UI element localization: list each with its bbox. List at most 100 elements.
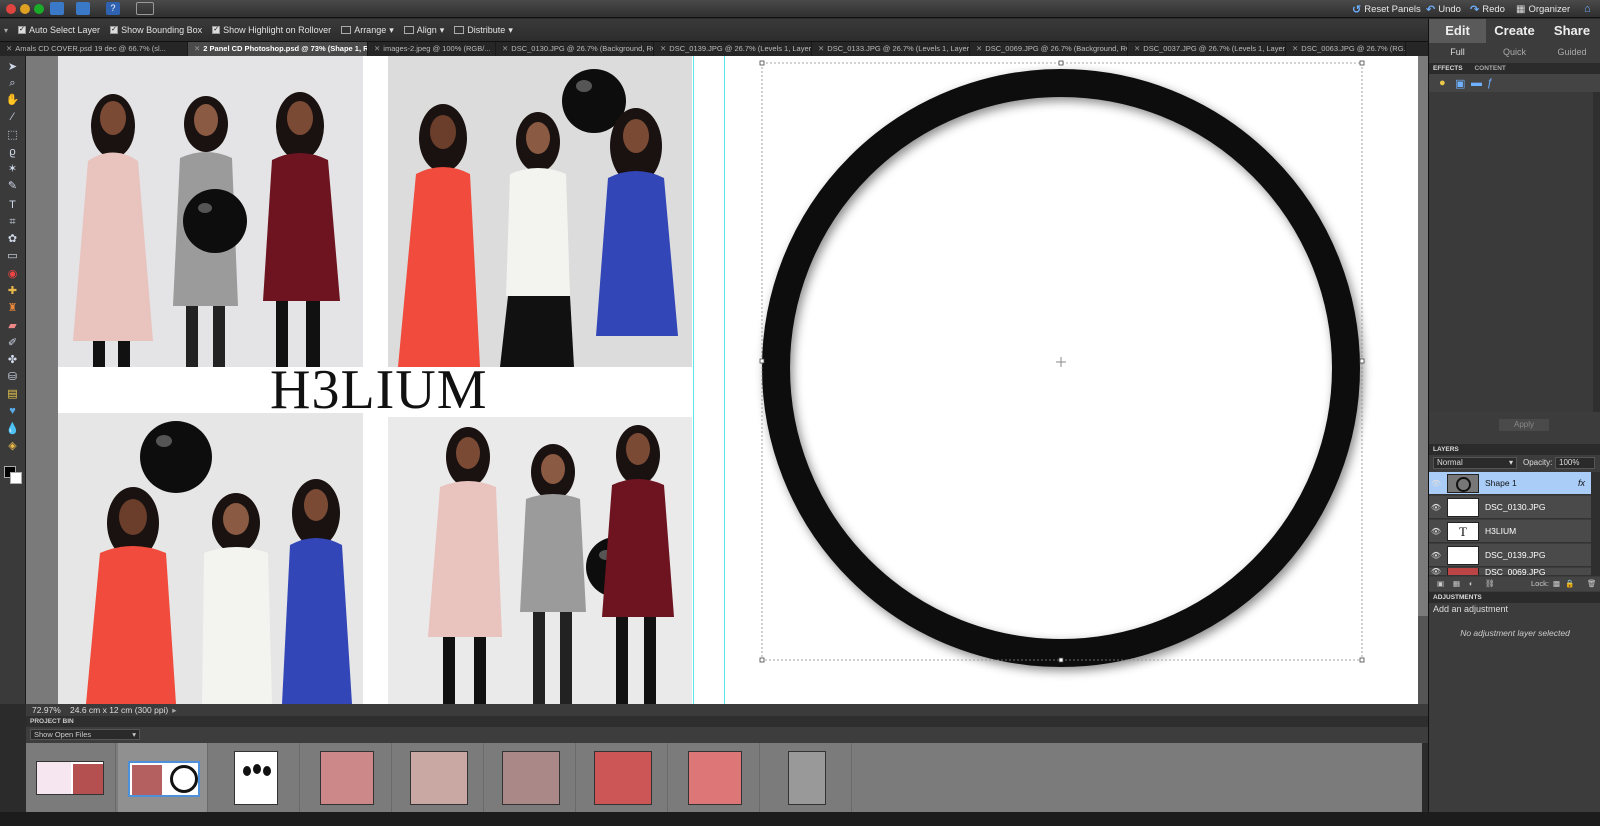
crop-tool-icon[interactable]: ⌗	[5, 215, 20, 229]
custom-shape-tool-icon[interactable]: ♥	[5, 404, 20, 418]
doc-tab[interactable]: ✕ DSC_0063.JPG @ 26.7% (RG...	[1286, 42, 1406, 56]
lock-icon[interactable]: 🔒	[1565, 577, 1574, 591]
doc-tab[interactable]: ✕ DSC_0139.JPG @ 26.7% (Levels 1, Layer .…	[654, 42, 812, 56]
apply-button[interactable]: Apply	[1499, 419, 1549, 431]
lock-transparent-icon[interactable]: ▩	[1553, 577, 1560, 591]
layer-row-dsc-0130[interactable]: 👁 DSC_0130.JPG	[1429, 496, 1591, 519]
undo-button[interactable]: ↶ Undo	[1426, 2, 1461, 16]
photo-effects-icon[interactable]: ▬	[1471, 77, 1482, 89]
opacity-field[interactable]: 100%	[1555, 457, 1595, 469]
move-tool-icon[interactable]: ➤	[5, 60, 20, 74]
lasso-tool-icon[interactable]: ϱ	[5, 145, 20, 159]
bin-thumbnail[interactable]	[302, 743, 392, 812]
straighten-tool-icon[interactable]: ▭	[5, 249, 20, 263]
layer-style-icon[interactable]: ▣	[1455, 77, 1465, 90]
eyedropper-tool-icon[interactable]: ⁄	[5, 110, 20, 124]
bin-thumbnail[interactable]	[394, 743, 484, 812]
tab-full[interactable]: Full	[1429, 43, 1486, 62]
save-icon[interactable]	[76, 2, 90, 15]
effects-list[interactable]	[1429, 92, 1593, 412]
zoom-window-button[interactable]	[34, 4, 44, 14]
close-icon[interactable]: ✕	[374, 44, 380, 53]
tab-content[interactable]: CONTENT	[1474, 65, 1505, 72]
status-menu-icon[interactable]: ▸	[172, 705, 176, 716]
marquee-tool-icon[interactable]: ⬚	[5, 128, 20, 142]
close-icon[interactable]: ✕	[660, 44, 666, 53]
effects-fx-icon[interactable]: ƒ	[1487, 77, 1493, 89]
close-window-button[interactable]	[6, 4, 16, 14]
link-icon[interactable]: ⛓	[1485, 577, 1495, 591]
eraser-tool-icon[interactable]: ▰	[5, 319, 20, 333]
red-eye-tool-icon[interactable]: ◉	[5, 267, 20, 281]
circle-shape-layer[interactable]	[738, 56, 1398, 696]
organizer-button[interactable]: ▦ Organizer	[1516, 2, 1570, 16]
hand-tool-icon[interactable]: ✋	[5, 93, 20, 107]
close-icon[interactable]: ✕	[818, 44, 824, 53]
brush-tool-icon[interactable]: ✐	[5, 336, 20, 350]
bin-thumbnail[interactable]	[486, 743, 576, 812]
doc-tab-active[interactable]: ✕ 2 Panel CD Photoshop.psd @ 73% (Shape 1…	[188, 42, 368, 56]
arrange-dropdown[interactable]: Arrange ▾	[341, 25, 394, 36]
vertical-scrollbar[interactable]	[1418, 616, 1428, 704]
minimize-window-button[interactable]	[20, 4, 30, 14]
layer-row-shape-1[interactable]: 👁 Shape 1 fx	[1429, 472, 1591, 495]
tab-share[interactable]: Share	[1543, 19, 1600, 43]
close-icon[interactable]: ✕	[1292, 44, 1298, 53]
quick-selection-tool-icon[interactable]: ✎	[5, 179, 20, 193]
close-icon[interactable]: ✕	[502, 44, 508, 53]
workspace-layout-icon[interactable]	[136, 2, 154, 15]
cookie-cutter-tool-icon[interactable]: ✿	[5, 232, 20, 246]
show-bounding-box-checkbox[interactable]: ✓ Show Bounding Box	[110, 25, 202, 35]
eye-icon[interactable]: 👁	[1429, 551, 1443, 560]
close-icon[interactable]: ✕	[194, 44, 200, 53]
help-icon[interactable]: ?	[106, 2, 120, 15]
sponge-tool-icon[interactable]: ◈	[5, 439, 20, 453]
magic-wand-tool-icon[interactable]: ✶	[5, 162, 20, 176]
new-group-icon[interactable]: ▦	[1453, 577, 1460, 591]
smart-brush-tool-icon[interactable]: ✤	[5, 353, 20, 367]
type-tool-icon[interactable]: T	[5, 198, 20, 212]
guide-line[interactable]	[693, 56, 694, 704]
bin-thumbnail[interactable]	[578, 743, 668, 812]
background-color-swatch[interactable]	[10, 472, 22, 484]
new-file-icon[interactable]	[50, 2, 64, 15]
close-icon[interactable]: ✕	[1134, 44, 1140, 53]
blend-mode-select[interactable]: Normal ▾	[1433, 457, 1517, 469]
bin-thumbnail-selected[interactable]	[118, 743, 208, 812]
paint-bucket-tool-icon[interactable]: ⛁	[5, 370, 20, 384]
tab-create[interactable]: Create	[1486, 19, 1543, 43]
new-layer-icon[interactable]: ▣	[1437, 577, 1444, 591]
tool-preset-icon[interactable]: ▾	[4, 26, 8, 35]
doc-tab[interactable]: ✕ Amals CD COVER.psd 19 dec @ 66.7% (sl..…	[0, 42, 188, 56]
redo-button[interactable]: ↷ Redo	[1470, 2, 1505, 16]
align-dropdown[interactable]: Align ▾	[403, 25, 444, 36]
blur-tool-icon[interactable]: 💧	[5, 422, 20, 436]
doc-tab[interactable]: ✕ DSC_0069.JPG @ 26.7% (Background, RG...	[970, 42, 1128, 56]
fx-icon[interactable]: fx	[1578, 478, 1585, 488]
close-icon[interactable]: ✕	[6, 44, 12, 53]
tab-quick[interactable]: Quick	[1486, 43, 1543, 62]
close-icon[interactable]: ✕	[976, 44, 982, 53]
tab-effects[interactable]: EFFECTS	[1433, 65, 1463, 72]
eye-icon[interactable]: 👁	[1429, 479, 1443, 488]
layer-row-h3lium[interactable]: 👁 T H3LIUM	[1429, 520, 1591, 543]
show-open-files-select[interactable]: Show Open Files ▾	[30, 729, 140, 740]
bin-thumbnail[interactable]	[670, 743, 760, 812]
layer-row-dsc-0139[interactable]: 👁 DSC_0139.JPG	[1429, 544, 1591, 567]
tab-guided[interactable]: Guided	[1543, 43, 1600, 62]
zoom-tool-icon[interactable]: ⌕	[5, 76, 20, 90]
home-button[interactable]: ⌂	[1584, 2, 1591, 16]
clone-stamp-tool-icon[interactable]: ♜	[5, 301, 20, 315]
doc-tab[interactable]: ✕ DSC_0037.JPG @ 26.7% (Levels 1, Layer .…	[1128, 42, 1286, 56]
zoom-level[interactable]: 72.97%	[32, 705, 66, 715]
show-highlight-checkbox[interactable]: ✓ Show Highlight on Rollover	[212, 25, 331, 35]
tab-edit[interactable]: Edit	[1429, 19, 1486, 43]
document-canvas[interactable]: H3LIUM	[58, 56, 1418, 704]
auto-select-layer-checkbox[interactable]: ✓ Auto Select Layer	[18, 25, 100, 35]
effects-filter-icon[interactable]: ●	[1439, 77, 1446, 89]
trash-icon[interactable]: 🗑	[1587, 577, 1597, 591]
healing-brush-tool-icon[interactable]: ✚	[5, 284, 20, 298]
effects-scrollbar[interactable]	[1593, 92, 1600, 412]
distribute-dropdown[interactable]: Distribute ▾	[454, 25, 513, 36]
bin-thumbnail[interactable]	[210, 743, 300, 812]
